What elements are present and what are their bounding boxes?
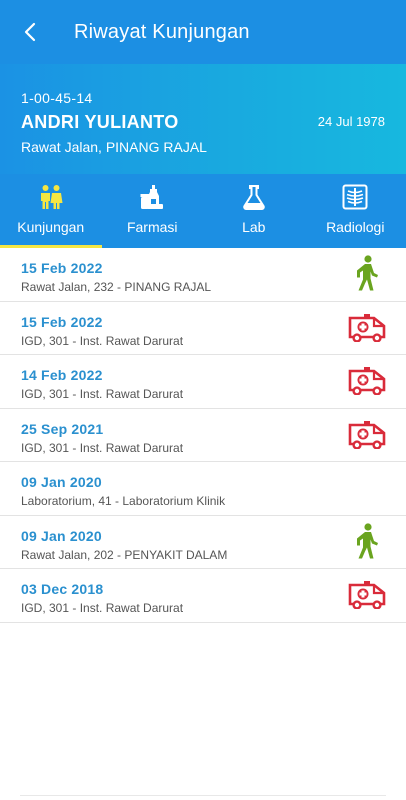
tab-bar: Kunjungan Farmasi Lab Radiologi bbox=[0, 174, 406, 248]
flask-icon bbox=[243, 185, 265, 210]
ambulance-icon bbox=[348, 309, 386, 347]
visit-date: 09 Jan 2020 bbox=[21, 474, 102, 490]
tab-kunjungan[interactable]: Kunjungan bbox=[0, 174, 102, 248]
ambulance-icon bbox=[348, 576, 386, 614]
visit-row[interactable]: 03 Dec 2018 IGD, 301 - Inst. Rawat Darur… bbox=[0, 569, 406, 623]
visit-row[interactable]: 25 Sep 2021 IGD, 301 - Inst. Rawat Darur… bbox=[0, 409, 406, 462]
visit-row[interactable]: 09 Jan 2020 Rawat Jalan, 202 - PENYAKIT … bbox=[0, 516, 406, 569]
patient-birth-date: 24 Jul 1978 bbox=[317, 114, 385, 129]
people-icon bbox=[40, 185, 63, 209]
app-screen: Riwayat Kunjungan 1-00-45-14 ANDRI YULIA… bbox=[0, 0, 406, 800]
divider bbox=[20, 795, 386, 796]
ambulance-icon bbox=[348, 362, 386, 400]
patient-unit: Rawat Jalan, PINANG RAJAL bbox=[21, 139, 207, 155]
tab-label: Kunjungan bbox=[17, 219, 85, 235]
patient-id: 1-00-45-14 bbox=[21, 90, 93, 106]
back-button[interactable] bbox=[18, 20, 42, 44]
page-title: Riwayat Kunjungan bbox=[74, 20, 250, 43]
walking-person-icon bbox=[348, 255, 386, 293]
visit-row[interactable]: 15 Feb 2022 Rawat Jalan, 232 - PINANG RA… bbox=[0, 248, 406, 302]
visit-row[interactable]: 09 Jan 2020 Laboratorium, 41 - Laborator… bbox=[0, 462, 406, 516]
xray-icon bbox=[342, 184, 368, 210]
visit-description: Laboratorium, 41 - Laboratorium Klinik bbox=[21, 494, 226, 508]
visit-row[interactable]: 15 Feb 2022 IGD, 301 - Inst. Rawat Darur… bbox=[0, 302, 406, 355]
ambulance-icon bbox=[348, 416, 386, 454]
back-arrow-icon bbox=[24, 22, 36, 42]
pharmacy-icon bbox=[140, 185, 164, 209]
patient-info-card: 1-00-45-14 ANDRI YULIANTO Rawat Jalan, P… bbox=[0, 64, 406, 174]
tab-label: Radiologi bbox=[326, 219, 385, 235]
tab-radiologi[interactable]: Radiologi bbox=[305, 174, 406, 248]
tab-farmasi[interactable]: Farmasi bbox=[102, 174, 204, 248]
tab-lab[interactable]: Lab bbox=[203, 174, 305, 248]
top-app-bar: Riwayat Kunjungan bbox=[0, 0, 406, 64]
tab-label: Lab bbox=[242, 219, 266, 235]
walking-person-icon bbox=[348, 523, 386, 561]
tab-label: Farmasi bbox=[126, 219, 178, 235]
visit-list: 15 Feb 2022 Rawat Jalan, 232 - PINANG RA… bbox=[0, 248, 406, 623]
visit-row[interactable]: 14 Feb 2022 IGD, 301 - Inst. Rawat Darur… bbox=[0, 355, 406, 409]
